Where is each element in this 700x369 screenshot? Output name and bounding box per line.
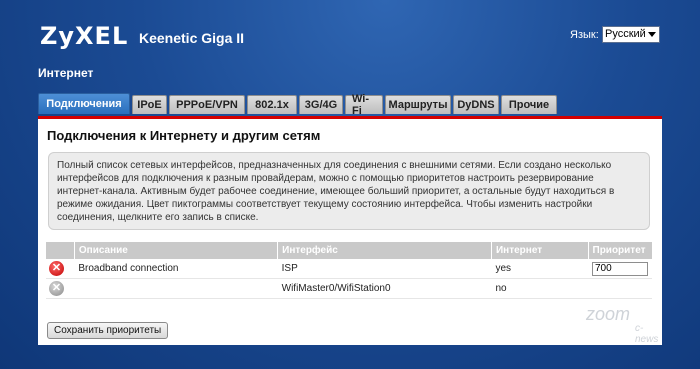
status-cell: ✕ (46, 259, 75, 279)
watermark-sub: c-news (635, 323, 659, 345)
column-priority: Приоритет (588, 242, 652, 259)
info-box: Полный список сетевых интерфейсов, предн… (48, 152, 650, 230)
interface-cell: ISP (277, 259, 492, 279)
tab-routes[interactable]: Маршруты (385, 95, 451, 114)
language-select[interactable]: Русский (602, 26, 660, 43)
save-priorities-button[interactable]: Сохранить приоритеты (47, 322, 169, 339)
column-description: Описание (74, 242, 279, 259)
page-title: Интернет (38, 66, 94, 80)
connections-table: Описание Интерфейс Интернет Приоритет ✕ … (46, 242, 652, 299)
language-select-value: Русский (605, 28, 646, 40)
column-internet: Интернет (491, 242, 589, 259)
interface-cell: WifiMaster0/WifiStation0 (277, 278, 492, 299)
tab-wifi[interactable]: Wi-Fi (345, 93, 383, 117)
tab-8021x[interactable]: 802.1x (247, 95, 297, 114)
tab-3g4g[interactable]: 3G/4G (299, 95, 343, 114)
tab-connections[interactable]: Подключения (38, 93, 130, 114)
chevron-down-icon (648, 32, 656, 37)
description-cell (74, 278, 278, 299)
status-column-header (46, 242, 75, 259)
tab-dydns[interactable]: DyDNS (453, 95, 499, 114)
priority-input[interactable] (592, 261, 648, 276)
grey-x-icon: ✕ (49, 281, 64, 296)
priority-cell (588, 278, 652, 299)
panel-title: Подключения к Интернету и другим сетям (47, 128, 321, 143)
content-panel: Подключения к Интернету и другим сетям П… (38, 116, 662, 345)
red-x-icon: ✕ (49, 261, 64, 276)
tab-ipoe[interactable]: IPoE (132, 95, 167, 114)
product-name: Keenetic Giga II (139, 30, 245, 46)
brand-logo: ZyXEL (40, 22, 129, 50)
internet-cell: no (491, 278, 588, 299)
table-header-row: Описание Интерфейс Интернет Приоритет (46, 242, 652, 259)
tab-pppoe-vpn[interactable]: PPPoE/VPN (169, 95, 245, 114)
language-label: Язык: (570, 29, 599, 41)
tab-other[interactable]: Прочие (501, 95, 557, 114)
table-row[interactable]: ✕ Broadband connection ISP yes (46, 259, 652, 279)
internet-cell: yes (491, 259, 588, 279)
watermark-logo: zoom (586, 304, 631, 324)
column-interface: Интерфейс (277, 242, 492, 259)
table-row[interactable]: ✕ WifiMaster0/WifiStation0 no (46, 278, 652, 299)
status-cell: ✕ (46, 278, 75, 299)
priority-cell (588, 259, 652, 279)
tab-bar: Подключения IPoE PPPoE/VPN 802.1x 3G/4G … (38, 93, 559, 117)
description-cell: Broadband connection (74, 259, 278, 279)
